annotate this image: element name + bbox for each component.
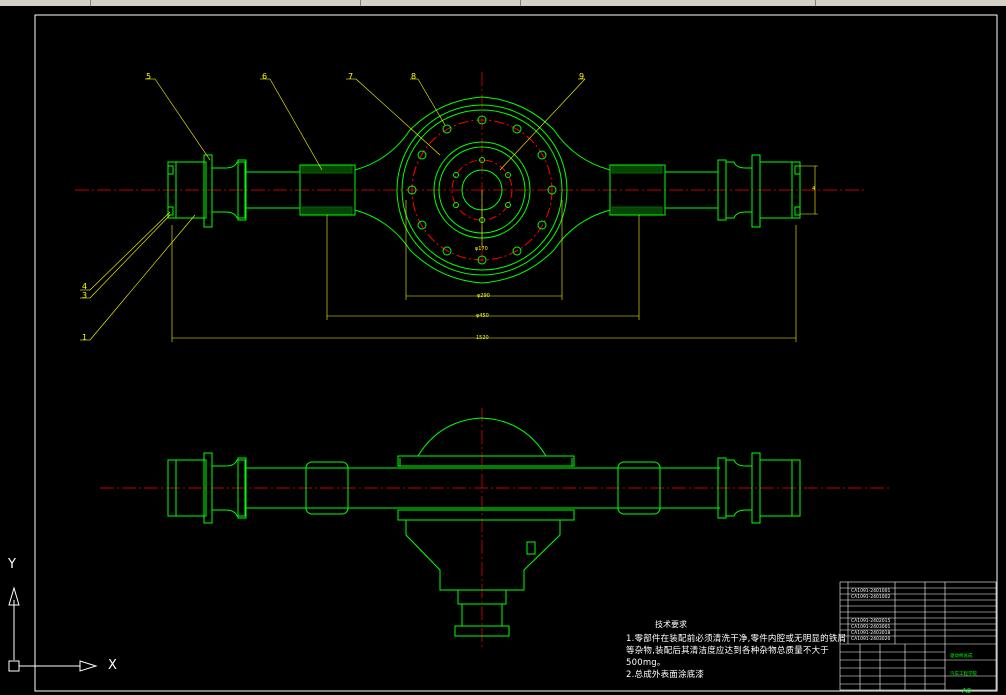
right-hub (717, 154, 801, 228)
axle-front-view (75, 72, 865, 342)
title-block-row: CA1091-2402015 (851, 619, 891, 624)
dim-overall: 1520 (476, 335, 489, 341)
sheet-size: A0 (962, 687, 972, 695)
drawing-canvas[interactable]: 5 6 7 8 9 4 3 1 4 φ170 φ290 φ450 1520 技术… (0, 6, 1006, 695)
balloon-9: 9 (579, 72, 585, 81)
technical-note-2: 等杂物,装配后其清洁度应达到各种杂物总质量不大于 (626, 646, 830, 656)
ucs-icon (8, 586, 98, 672)
balloon-7: 7 (348, 72, 354, 81)
left-hub (167, 154, 247, 228)
title-block-row: CA1091-2403001 (851, 625, 891, 630)
balloon-4: 4 (82, 282, 88, 291)
technical-note-3: 500mg。 (626, 658, 666, 668)
title-block-row: CA1091-2401002 (851, 595, 891, 600)
balloon-3: 3 (82, 291, 88, 300)
technical-notes-title: 技术要求 (655, 620, 687, 629)
balloon-6: 6 (262, 72, 268, 81)
school-name: 汽车工程学院 (950, 672, 977, 677)
axle-top-view (100, 408, 890, 650)
dim-bore: φ170 (475, 246, 488, 252)
technical-note-1: 1.零部件在装配前必须清洗干净,零件内腔或无明显的铁屑 (626, 634, 847, 644)
ucs-y-label: Y (8, 557, 16, 572)
dimension-lines (171, 165, 818, 342)
dim-spring-seat: φ450 (476, 313, 489, 319)
title-block-row: CA1091-2403018 (851, 631, 891, 636)
dim-flange-width: 4 (812, 186, 816, 192)
technical-note-4: 2.总成外表面涂底漆 (626, 670, 705, 680)
balloon-5: 5 (146, 72, 152, 81)
title-block-row: CA1091-2401001 (851, 589, 891, 594)
drawing-title: 驱动桥总成 (950, 654, 973, 659)
title-block-row: CA1091-2403020 (851, 637, 891, 642)
balloon-8: 8 (411, 72, 417, 81)
dim-housing: φ290 (477, 293, 490, 299)
ucs-x-label: X (108, 658, 117, 673)
balloon-1: 1 (82, 333, 88, 342)
